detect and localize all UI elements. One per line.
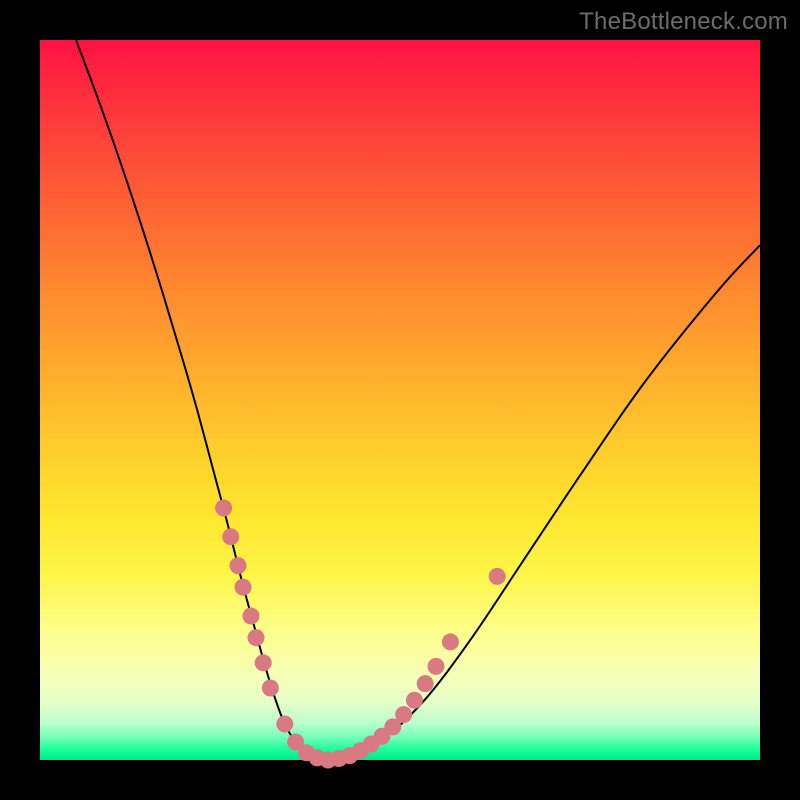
curve-marker (428, 658, 445, 675)
curve-marker (406, 692, 423, 709)
curve-marker (276, 716, 293, 733)
curve-marker (230, 557, 247, 574)
bottleneck-curve (76, 40, 760, 760)
curve-marker (242, 608, 259, 625)
curve-markers (215, 500, 506, 769)
curve-marker (489, 568, 506, 585)
curve-marker (262, 680, 279, 697)
curve-marker (235, 579, 252, 596)
curve-layer (40, 40, 760, 760)
curve-marker (442, 633, 459, 650)
chart-frame: TheBottleneck.com (0, 0, 800, 800)
curve-marker (255, 654, 272, 671)
watermark-text: TheBottleneck.com (579, 8, 788, 36)
curve-marker (417, 675, 434, 692)
curve-marker (395, 706, 412, 723)
curve-marker (222, 528, 239, 545)
curve-marker (215, 500, 232, 517)
curve-marker (248, 629, 265, 646)
